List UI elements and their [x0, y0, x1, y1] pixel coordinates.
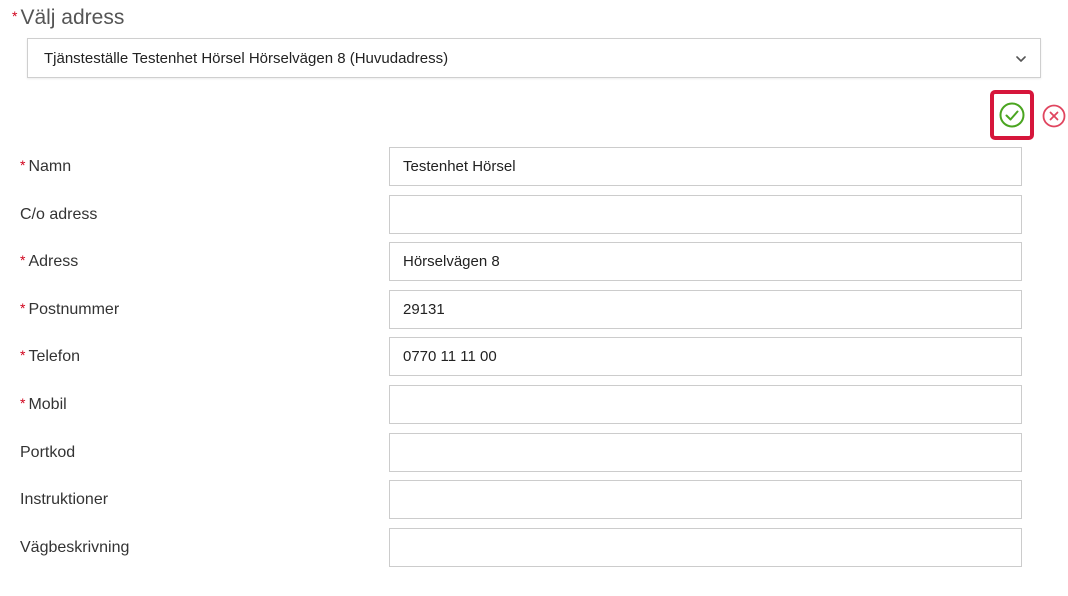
form-actions [990, 90, 1068, 142]
address-select-value: Tjänsteställe Testenhet Hörsel Hörselväg… [44, 50, 449, 67]
field-input[interactable] [389, 337, 1022, 376]
form-row: Vägbeskrivning [0, 528, 1068, 568]
field-label: * Postnummer [20, 300, 119, 320]
field-label: * Telefon [20, 347, 80, 367]
field-label: Vägbeskrivning [20, 538, 129, 558]
field-label: Instruktioner [20, 490, 108, 510]
form-row: * Mobil [0, 385, 1068, 425]
field-label-text: Postnummer [28, 301, 120, 318]
form-row: * Telefon [0, 337, 1068, 377]
form-row: * Adress [0, 242, 1068, 282]
required-marker: * [20, 395, 26, 411]
field-label-text: C/o adress [20, 206, 98, 223]
address-select[interactable]: Tjänsteställe Testenhet Hörsel Hörselväg… [27, 38, 1041, 78]
field-label-text: Instruktioner [20, 491, 109, 508]
field-label: * Namn [20, 157, 71, 177]
field-input[interactable] [389, 480, 1022, 519]
required-marker: * [12, 8, 18, 24]
field-input[interactable] [389, 242, 1022, 281]
field-label-text: Adress [28, 253, 79, 270]
field-label-text: Portkod [20, 444, 76, 461]
address-form-page: * Välj adress Tjänsteställe Testenhet Hör… [0, 0, 1068, 596]
field-input[interactable] [389, 528, 1022, 567]
field-label: C/o adress [20, 205, 97, 225]
field-label: * Adress [20, 252, 78, 272]
check-circle-icon[interactable] [999, 102, 1025, 128]
form-row: Instruktioner [0, 480, 1068, 520]
field-input[interactable] [389, 147, 1022, 186]
required-marker: * [20, 347, 26, 363]
form-row: * Namn [0, 147, 1068, 187]
field-label-text: Namn [28, 158, 72, 175]
x-circle-icon[interactable] [1042, 104, 1066, 128]
form-row: Portkod [0, 433, 1068, 473]
required-marker: * [20, 252, 26, 268]
required-marker: * [20, 300, 26, 316]
address-select-label-text: Välj adress [20, 6, 125, 29]
address-select-label: * Välj adress [12, 4, 124, 32]
field-input[interactable] [389, 385, 1022, 424]
required-marker: * [20, 157, 26, 173]
field-input[interactable] [389, 290, 1022, 329]
field-input[interactable] [389, 433, 1022, 472]
field-label-text: Telefon [28, 348, 81, 365]
field-input[interactable] [389, 195, 1022, 234]
field-label: * Mobil [20, 395, 67, 415]
form-row: C/o adress [0, 195, 1068, 235]
field-label-text: Vägbeskrivning [20, 539, 130, 556]
field-label-text: Mobil [28, 396, 67, 413]
chevron-down-icon [1016, 56, 1026, 62]
field-label: Portkod [20, 443, 75, 463]
form-row: * Postnummer [0, 290, 1068, 330]
